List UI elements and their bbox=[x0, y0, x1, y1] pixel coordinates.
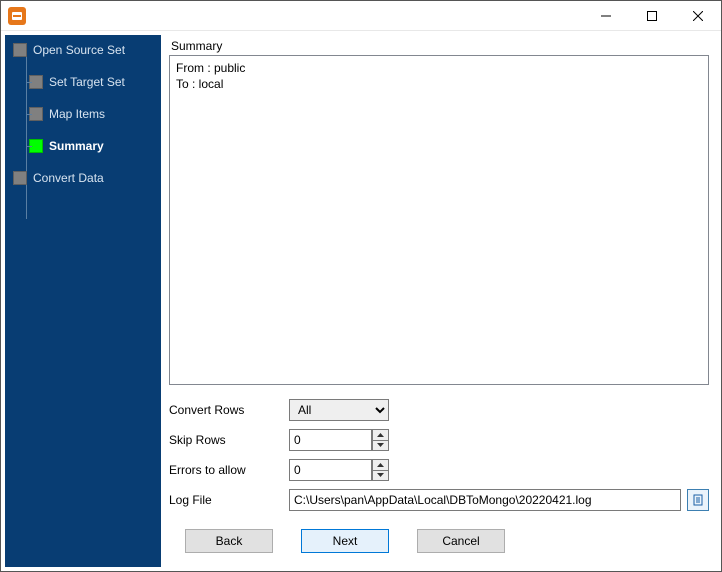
spin-up-icon[interactable] bbox=[372, 429, 389, 440]
app-icon bbox=[8, 7, 26, 25]
minimize-button[interactable] bbox=[583, 1, 629, 31]
step-box-icon bbox=[13, 171, 27, 185]
spin-down-icon[interactable] bbox=[372, 440, 389, 452]
step-label: Convert Data bbox=[33, 171, 104, 185]
browse-log-file-button[interactable] bbox=[687, 489, 709, 511]
log-file-input[interactable] bbox=[289, 489, 681, 511]
close-button[interactable] bbox=[675, 1, 721, 31]
main-panel: Summary From : public To : local Convert… bbox=[161, 35, 717, 567]
summary-group-label: Summary bbox=[169, 39, 709, 53]
spin-up-icon[interactable] bbox=[372, 459, 389, 470]
wizard-sidebar: Open Source Set Set Target Set Map Items… bbox=[5, 35, 161, 567]
row-errors-to-allow: Errors to allow bbox=[169, 459, 709, 481]
errors-spinner[interactable] bbox=[289, 459, 389, 481]
convert-rows-label: Convert Rows bbox=[169, 403, 289, 417]
app-window: Open Source Set Set Target Set Map Items… bbox=[0, 0, 722, 572]
step-open-source-set[interactable]: Open Source Set bbox=[13, 41, 161, 59]
step-label: Map Items bbox=[49, 107, 105, 121]
step-map-items[interactable]: Map Items bbox=[29, 105, 161, 123]
row-log-file: Log File bbox=[169, 489, 709, 511]
errors-input[interactable] bbox=[289, 459, 372, 481]
skip-rows-spinner[interactable] bbox=[289, 429, 389, 451]
back-button[interactable]: Back bbox=[185, 529, 273, 553]
spin-down-icon[interactable] bbox=[372, 470, 389, 482]
summary-textbox[interactable]: From : public To : local bbox=[169, 55, 709, 385]
step-summary[interactable]: Summary bbox=[29, 137, 161, 155]
wizard-buttons: Back Next Cancel bbox=[169, 519, 709, 563]
next-button[interactable]: Next bbox=[301, 529, 389, 553]
step-label: Set Target Set bbox=[49, 75, 125, 89]
skip-rows-input[interactable] bbox=[289, 429, 372, 451]
step-box-icon bbox=[13, 43, 27, 57]
step-label: Summary bbox=[49, 139, 104, 153]
maximize-button[interactable] bbox=[629, 1, 675, 31]
window-body: Open Source Set Set Target Set Map Items… bbox=[1, 31, 721, 571]
convert-rows-select[interactable]: All bbox=[289, 399, 389, 421]
row-convert-rows: Convert Rows All bbox=[169, 399, 709, 421]
errors-label: Errors to allow bbox=[169, 463, 289, 477]
skip-rows-label: Skip Rows bbox=[169, 433, 289, 447]
step-set-target-set[interactable]: Set Target Set bbox=[29, 73, 161, 91]
step-label: Open Source Set bbox=[33, 43, 125, 57]
document-icon bbox=[692, 494, 704, 506]
cancel-button[interactable]: Cancel bbox=[417, 529, 505, 553]
log-file-label: Log File bbox=[169, 493, 289, 507]
row-skip-rows: Skip Rows bbox=[169, 429, 709, 451]
titlebar bbox=[1, 1, 721, 31]
tree-line bbox=[26, 55, 27, 219]
options-form: Convert Rows All Skip Rows bbox=[169, 399, 709, 519]
step-convert-data[interactable]: Convert Data bbox=[13, 169, 161, 187]
